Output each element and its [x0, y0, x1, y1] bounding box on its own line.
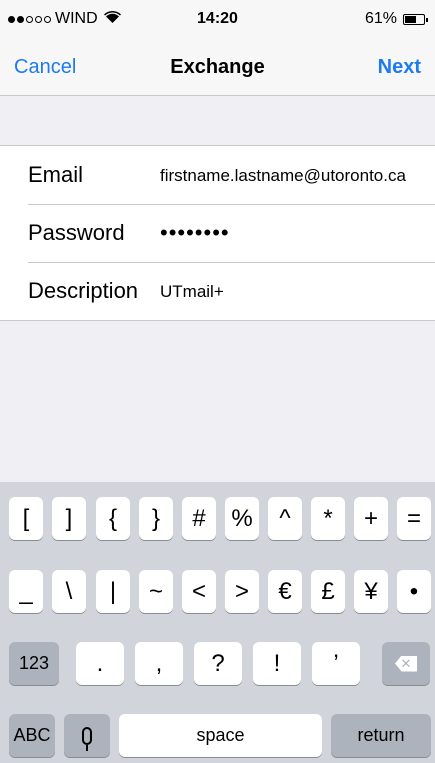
backspace-icon: ✕: [395, 655, 417, 672]
key-pound[interactable]: £: [311, 570, 345, 613]
key-less-than[interactable]: <: [182, 570, 216, 613]
key-open-bracket[interactable]: [: [9, 497, 43, 540]
next-button[interactable]: Next: [378, 56, 421, 79]
key-euro[interactable]: €: [268, 570, 302, 613]
navigation-bar: Cancel Exchange Next: [0, 40, 435, 96]
key-hash[interactable]: #: [182, 497, 216, 540]
key-apostrophe[interactable]: ’: [312, 642, 360, 685]
key-backslash[interactable]: \: [52, 570, 86, 613]
key-bullet[interactable]: •: [397, 570, 431, 613]
key-exclamation[interactable]: !: [253, 642, 301, 685]
key-open-brace[interactable]: {: [96, 497, 130, 540]
keyboard: [ ] { } # % ^ * + = _ \ | ~ < > € £ ¥ • …: [0, 482, 435, 763]
email-field[interactable]: firstname.lastname@utoronto.ca: [160, 166, 406, 186]
email-label: Email: [28, 162, 84, 187]
microphone-icon: [82, 726, 92, 751]
return-key[interactable]: return: [331, 714, 431, 757]
space-key[interactable]: space: [119, 714, 322, 757]
key-question[interactable]: ?: [194, 642, 242, 685]
key-percent[interactable]: %: [225, 497, 259, 540]
status-bar: WIND 14:20 61%: [0, 0, 435, 40]
email-row[interactable]: Email firstname.lastname@utoronto.ca: [0, 146, 435, 204]
numbers-key[interactable]: 123: [9, 642, 59, 685]
account-form: Email firstname.lastname@utoronto.ca Pas…: [0, 145, 435, 321]
page-title: Exchange: [170, 56, 265, 78]
key-asterisk[interactable]: *: [311, 497, 345, 540]
key-plus[interactable]: +: [354, 497, 388, 540]
key-close-brace[interactable]: }: [139, 497, 173, 540]
password-label: Password: [28, 220, 125, 245]
key-close-bracket[interactable]: ]: [52, 497, 86, 540]
dictation-key[interactable]: [64, 714, 110, 757]
battery-info: 61%: [364, 10, 428, 28]
description-field[interactable]: UTmail+: [160, 282, 224, 302]
abc-key[interactable]: ABC: [9, 714, 55, 757]
key-yen[interactable]: ¥: [354, 570, 388, 613]
key-greater-than[interactable]: >: [225, 570, 259, 613]
key-tilde[interactable]: ~: [139, 570, 173, 613]
key-underscore[interactable]: _: [9, 570, 43, 613]
password-row[interactable]: Password ••••••••: [0, 204, 435, 262]
key-pipe[interactable]: |: [96, 570, 130, 613]
key-period[interactable]: .: [76, 642, 124, 685]
battery-icon: [403, 13, 428, 25]
backspace-key[interactable]: ✕: [382, 642, 430, 685]
key-caret[interactable]: ^: [268, 497, 302, 540]
key-equals[interactable]: =: [397, 497, 431, 540]
description-label: Description: [28, 278, 139, 303]
key-comma[interactable]: ,: [135, 642, 183, 685]
description-row[interactable]: Description UTmail+: [0, 262, 435, 320]
password-field[interactable]: ••••••••: [160, 220, 230, 246]
battery-percent: 61%: [364, 10, 397, 27]
